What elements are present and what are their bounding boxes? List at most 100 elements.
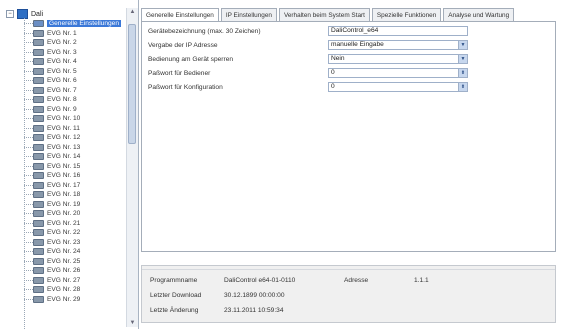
tree-connector bbox=[24, 289, 33, 291]
tab-ip-settings[interactable]: IP Einstellungen bbox=[220, 8, 277, 21]
pw-operator-stepper[interactable]: 0 ⬍ bbox=[328, 68, 468, 78]
tree-root-label: Dali bbox=[31, 10, 44, 18]
tree-item-label: EVG Nr. 12 bbox=[47, 134, 81, 142]
tree-item-label: EVG Nr. 27 bbox=[47, 276, 81, 284]
tree-item-evg[interactable]: EVG Nr. 27 bbox=[24, 276, 121, 286]
ballast-icon bbox=[33, 162, 44, 170]
tree-item-label: EVG Nr. 5 bbox=[47, 67, 77, 75]
tree-item-evg[interactable]: EVG Nr. 5 bbox=[24, 67, 121, 77]
tree-item-evg[interactable]: EVG Nr. 26 bbox=[24, 266, 121, 276]
tree-item-evg[interactable]: EVG Nr. 16 bbox=[24, 171, 121, 181]
ballast-icon bbox=[33, 200, 44, 208]
lock-select[interactable]: Nein ▼ bbox=[328, 54, 468, 64]
ballast-icon bbox=[33, 67, 44, 75]
pw-config-stepper[interactable]: 0 ⬍ bbox=[328, 82, 468, 92]
ballast-icon bbox=[33, 295, 44, 303]
tree-item-evg[interactable]: EVG Nr. 25 bbox=[24, 257, 121, 267]
last-download-row: Letzter Download 30.12.1899 00:00:00 bbox=[150, 290, 344, 300]
tree-item-evg[interactable]: EVG Nr. 22 bbox=[24, 228, 121, 238]
tree-item-evg[interactable]: EVG Nr. 24 bbox=[24, 247, 121, 257]
lock-label: Bedienung am Gerät sperren bbox=[148, 55, 234, 63]
last-change-row: Letzte Änderung 23.11.2011 10:59:34 bbox=[150, 305, 344, 315]
ballast-icon bbox=[33, 210, 44, 218]
tree-item-evg[interactable]: EVG Nr. 21 bbox=[24, 219, 121, 229]
tree-item-label: EVG Nr. 15 bbox=[47, 162, 81, 170]
tab-general[interactable]: Generelle Einstellungen bbox=[141, 8, 219, 22]
tree-item-evg[interactable]: EVG Nr. 29 bbox=[24, 295, 121, 305]
spinner-icon[interactable]: ⬍ bbox=[458, 83, 467, 91]
tree-item-label: EVG Nr. 16 bbox=[47, 172, 81, 180]
chevron-down-icon[interactable]: ▼ bbox=[458, 41, 467, 49]
tree-item-evg[interactable]: EVG Nr. 19 bbox=[24, 200, 121, 210]
tree-connector bbox=[24, 241, 33, 243]
program-value: DaliControl e64-01-0110 bbox=[224, 276, 296, 284]
ballast-icon bbox=[33, 105, 44, 113]
spinner-icon[interactable]: ⬍ bbox=[458, 69, 467, 77]
tree-item-evg[interactable]: EVG Nr. 11 bbox=[24, 124, 121, 134]
tree-item-evg[interactable]: EVG Nr. 20 bbox=[24, 209, 121, 219]
tree-connector bbox=[24, 61, 33, 63]
tree-item-evg[interactable]: EVG Nr. 23 bbox=[24, 238, 121, 248]
address-label: Adresse bbox=[344, 276, 369, 284]
pw-config-row: Paßwort für Konfiguration 0 ⬍ bbox=[148, 82, 468, 92]
tree-item-evg[interactable]: EVG Nr. 2 bbox=[24, 38, 121, 48]
tab-analysis-maintenance[interactable]: Analyse und Wartung bbox=[443, 8, 515, 21]
collapse-icon[interactable]: − bbox=[6, 10, 14, 18]
tree-item-general-settings[interactable]: Generelle Einstellungen bbox=[24, 19, 122, 29]
ballast-icon bbox=[33, 134, 44, 142]
tree-connector bbox=[24, 108, 33, 110]
tree-item-evg[interactable]: EVG Nr. 13 bbox=[24, 143, 121, 153]
ballast-icon bbox=[33, 191, 44, 199]
tree-connector bbox=[24, 279, 33, 281]
tree-connector bbox=[24, 260, 33, 262]
last-change-value: 23.11.2011 10:59:34 bbox=[224, 306, 284, 314]
tree-list: Generelle Einstellungen EVG Nr. 1 EVG Nr. … bbox=[24, 19, 122, 305]
tree-item-label: EVG Nr. 23 bbox=[47, 238, 81, 246]
tree-item-label: EVG Nr. 11 bbox=[47, 124, 80, 132]
tree-connector bbox=[24, 89, 33, 91]
tree-item-evg[interactable]: EVG Nr. 7 bbox=[24, 86, 121, 96]
scroll-down-icon[interactable]: ▼ bbox=[128, 319, 137, 327]
tree-item-evg[interactable]: EVG Nr. 10 bbox=[24, 114, 121, 124]
tree-item-evg[interactable]: EVG Nr. 9 bbox=[24, 105, 121, 115]
tree-item-evg[interactable]: EVG Nr. 6 bbox=[24, 76, 121, 86]
tree-item-evg[interactable]: EVG Nr. 4 bbox=[24, 57, 121, 67]
device-tree: − Dali Generelle Einstellungen EVG Nr. 1 E… bbox=[0, 0, 139, 329]
last-download-value: 30.12.1899 00:00:00 bbox=[224, 291, 285, 299]
divider bbox=[142, 269, 555, 270]
tree-item-evg[interactable]: EVG Nr. 17 bbox=[24, 181, 121, 191]
tree-connector bbox=[24, 232, 33, 234]
tab-special-functions[interactable]: Spezielle Funktionen bbox=[371, 8, 442, 21]
ballast-icon bbox=[33, 58, 44, 66]
ballast-icon bbox=[33, 286, 44, 294]
tree-item-evg[interactable]: EVG Nr. 3 bbox=[24, 48, 121, 58]
tree-item-evg[interactable]: EVG Nr. 18 bbox=[24, 190, 121, 200]
tree-connector bbox=[24, 165, 33, 167]
scroll-up-icon[interactable]: ▲ bbox=[128, 8, 137, 16]
tree-item-label: EVG Nr. 3 bbox=[47, 48, 77, 56]
tree-item-evg[interactable]: EVG Nr. 8 bbox=[24, 95, 121, 105]
tree-item-evg[interactable]: EVG Nr. 15 bbox=[24, 162, 121, 172]
tree-item-evg[interactable]: EVG Nr. 14 bbox=[24, 152, 121, 162]
device-name-input[interactable]: DaliControl_e64 bbox=[328, 26, 468, 36]
tree-connector bbox=[24, 156, 33, 158]
tree-item-label: EVG Nr. 2 bbox=[47, 39, 77, 47]
tree-scrollbar[interactable]: ▲ ▼ bbox=[126, 8, 138, 327]
tree-item-evg[interactable]: EVG Nr. 12 bbox=[24, 133, 121, 143]
ballast-icon bbox=[33, 96, 44, 104]
scrollbar-thumb[interactable] bbox=[128, 24, 136, 144]
ip-assign-select[interactable]: manuelle Eingabe ▼ bbox=[328, 40, 468, 50]
ballast-icon bbox=[33, 267, 44, 275]
ip-assign-value: manuelle Eingabe bbox=[331, 41, 384, 48]
tree-connector bbox=[24, 42, 33, 44]
tree-item-evg[interactable]: EVG Nr. 28 bbox=[24, 285, 121, 295]
ballast-icon bbox=[33, 229, 44, 237]
tree-connector bbox=[24, 32, 33, 34]
tab-startup-behavior[interactable]: Verhalten beim System Start bbox=[278, 8, 370, 21]
tree-item-evg[interactable]: EVG Nr. 1 bbox=[24, 29, 121, 39]
pw-operator-row: Paßwort für Bediener 0 ⬍ bbox=[148, 68, 468, 78]
tree-connector bbox=[24, 251, 33, 253]
device-name-row: Gerätebezeichnung (max. 30 Zeichen) Dali… bbox=[148, 26, 468, 36]
chevron-down-icon[interactable]: ▼ bbox=[458, 55, 467, 63]
tree-connector bbox=[24, 175, 33, 177]
